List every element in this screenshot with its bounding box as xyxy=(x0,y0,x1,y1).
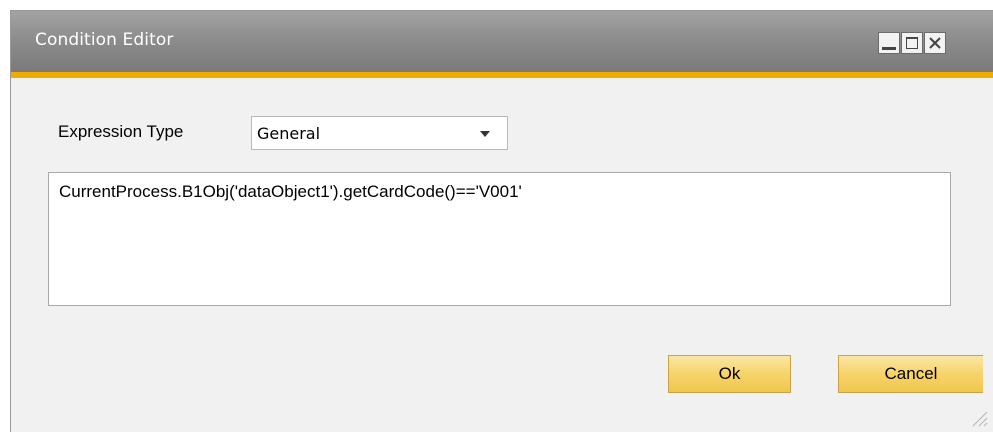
maximize-icon xyxy=(906,37,918,49)
minimize-button[interactable] xyxy=(878,32,900,54)
title-accent-bar xyxy=(11,72,993,78)
close-icon xyxy=(929,37,941,49)
cancel-button[interactable]: Cancel xyxy=(838,355,983,393)
minimize-icon xyxy=(882,47,896,50)
resize-grip-icon[interactable] xyxy=(963,402,989,428)
title-bar[interactable]: Condition Editor xyxy=(11,11,993,72)
expression-type-value: General xyxy=(257,124,321,143)
expression-type-label: Expression Type xyxy=(58,122,184,141)
window-title: Condition Editor xyxy=(35,30,174,50)
expression-textarea[interactable]: CurrentProcess.B1Obj('dataObject1').getC… xyxy=(48,172,951,306)
ok-button[interactable]: Ok xyxy=(668,355,791,393)
maximize-button[interactable] xyxy=(901,32,923,54)
close-button[interactable] xyxy=(924,32,946,54)
expression-type-dropdown[interactable]: General xyxy=(251,116,508,150)
chevron-down-icon[interactable] xyxy=(480,131,490,137)
